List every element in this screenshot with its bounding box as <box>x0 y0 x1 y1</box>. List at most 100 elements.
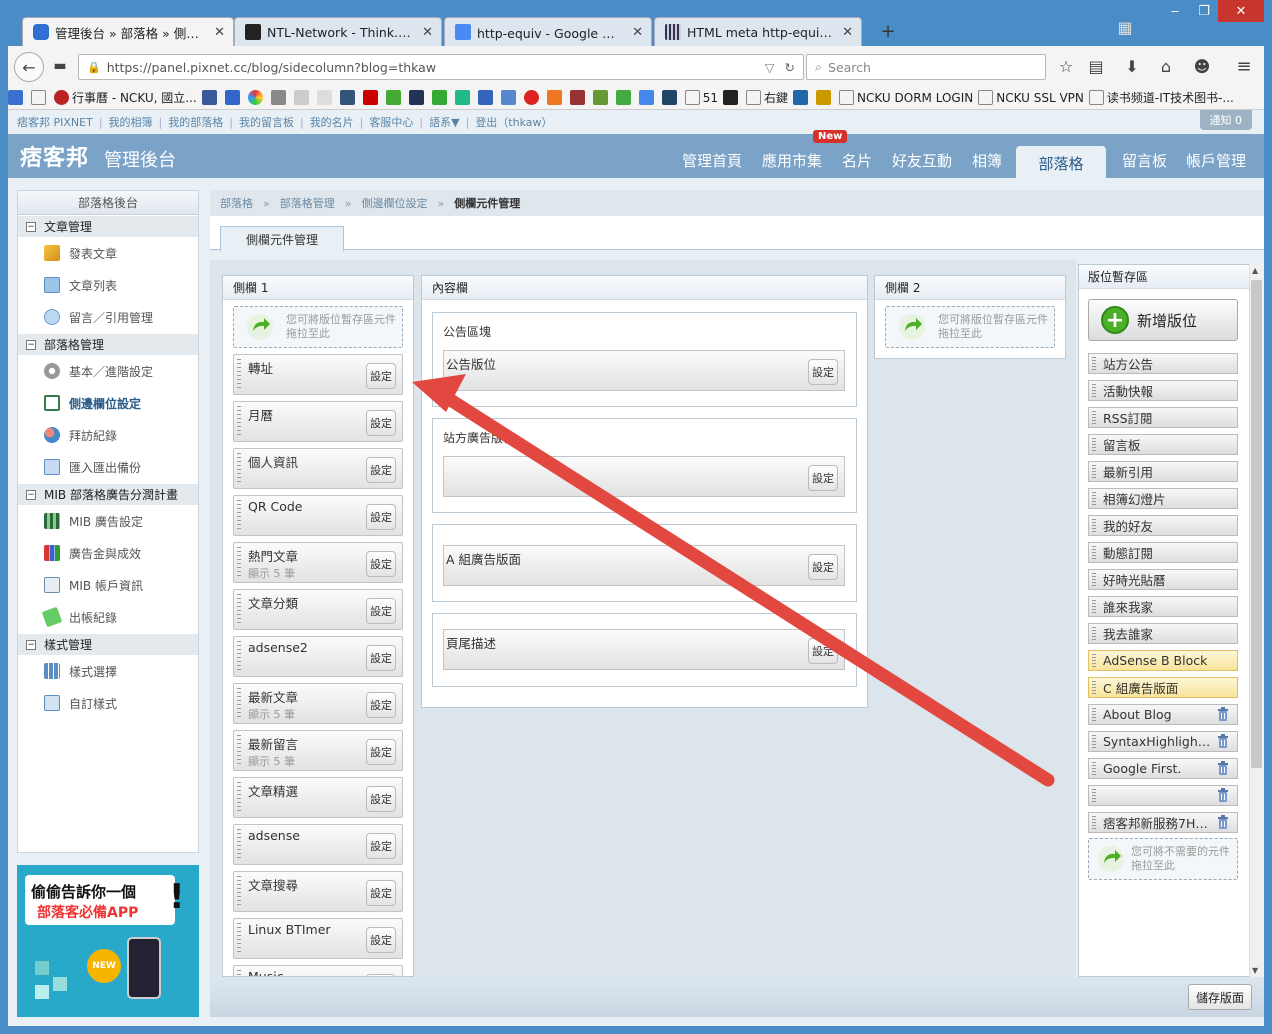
chat-icon[interactable]: ☻ <box>1188 52 1216 80</box>
browser-tab-4[interactable]: HTML meta http-equiv ... ✕ <box>654 17 862 46</box>
drag-handle-icon[interactable] <box>237 641 241 673</box>
bookmark-w-icon[interactable] <box>723 90 741 105</box>
browser-tab-2[interactable]: NTL-Network - Think. Ev... ✕ <box>234 17 442 46</box>
sidebar-widget[interactable]: 文章搜尋 設定 <box>233 871 403 912</box>
nav-album[interactable]: 相簿 <box>972 150 1002 171</box>
link-pixnet[interactable]: 痞客邦 PIXNET <box>17 114 93 130</box>
sidebar-item-comments[interactable]: 留言／引用管理 <box>18 301 198 333</box>
column-1-dropzone[interactable]: 您可將版位暫存區元件拖拉至此 <box>233 306 403 348</box>
staging-widget[interactable]: AdSense B Block <box>1088 650 1238 671</box>
drag-handle-icon[interactable] <box>1092 681 1096 695</box>
bookmark-cnn-icon[interactable] <box>362 90 381 105</box>
nav-card[interactable]: 名片 <box>842 150 872 171</box>
staging-widget[interactable]: 活動快報 <box>1088 380 1238 401</box>
tab-groups-icon[interactable]: ▦ <box>1112 14 1138 40</box>
staging-widget[interactable]: 痞客邦新服務7He... <box>1088 812 1238 833</box>
staging-widget[interactable]: 留言板 <box>1088 434 1238 455</box>
app-promo-banner[interactable]: 偷偷告訴你一個 部落客必備APP ! NEW <box>17 865 199 1017</box>
sidebar-item-mib-account[interactable]: MIB 帳戶資訊 <box>18 569 198 601</box>
bookmark-icon[interactable] <box>247 90 266 105</box>
drag-handle-icon[interactable] <box>1092 789 1096 803</box>
drag-handle-icon[interactable] <box>1092 438 1096 452</box>
drag-handle-icon[interactable] <box>1092 708 1096 722</box>
drag-handle-icon[interactable] <box>1092 384 1096 398</box>
trash-icon[interactable] <box>1217 761 1229 775</box>
widget-settings-button[interactable]: 設定 <box>366 551 396 577</box>
sidebar-widget[interactable]: 最新留言 顯示 5 筆 設定 <box>233 730 403 771</box>
bookmark-icon[interactable] <box>546 90 565 105</box>
drag-handle-icon[interactable] <box>1092 492 1096 506</box>
bookmark-star-icon[interactable]: ☆ <box>1052 52 1080 80</box>
tab-list-icon[interactable]: ▬ <box>46 52 74 80</box>
bookmark-it-books[interactable]: 读书频道-IT技术图书-... <box>1088 89 1234 106</box>
drag-handle-icon[interactable] <box>237 594 241 626</box>
link-logout[interactable]: 登出（thkaw） <box>475 114 552 130</box>
widget-settings-button[interactable]: 設定 <box>366 598 396 624</box>
reading-list-icon[interactable]: ▤ <box>1082 52 1110 80</box>
bookmark-blank-icon[interactable] <box>31 90 49 105</box>
widget-footer-description[interactable]: 頁尾描述 設定 <box>443 629 845 670</box>
bookmark-icon[interactable] <box>592 90 611 105</box>
close-tab-icon[interactable]: ✕ <box>214 25 225 40</box>
sidebar-widget[interactable]: 轉址 設定 <box>233 354 403 395</box>
sidebar-widget[interactable]: 文章精選 設定 <box>233 777 403 818</box>
close-tab-icon[interactable]: ✕ <box>632 25 643 40</box>
save-layout-button[interactable]: 儲存版面 <box>1188 984 1252 1010</box>
sidebar-widget[interactable]: adsense 設定 <box>233 824 403 865</box>
link-language[interactable]: 語系▼ <box>429 114 459 130</box>
drag-handle-icon[interactable] <box>1092 654 1096 668</box>
bookmark-s-icon[interactable] <box>8 90 26 105</box>
link-my-blog[interactable]: 我的部落格 <box>168 114 223 130</box>
drag-handle-icon[interactable] <box>237 547 241 579</box>
nav-app-market[interactable]: 應用市集 <box>762 150 822 171</box>
breadcrumb-sidebar-settings[interactable]: 側邊欄位設定 <box>361 195 427 211</box>
bookmark-ncku-vpn[interactable]: NCKU SSL VPN <box>978 90 1084 105</box>
staging-widget[interactable]: About Blog <box>1088 704 1238 725</box>
home-icon[interactable]: ⌂ <box>1152 52 1180 80</box>
sidebar-widget[interactable]: 熱門文章 顯示 5 筆 設定 <box>233 542 403 583</box>
widget-settings-button[interactable]: 設定 <box>366 410 396 436</box>
close-tab-icon[interactable]: ✕ <box>842 25 853 40</box>
close-tab-icon[interactable]: ✕ <box>422 25 433 40</box>
back-arrow-icon[interactable]: ← <box>14 52 44 82</box>
widget-settings-button[interactable]: 設定 <box>366 927 396 953</box>
bookmark-icon[interactable] <box>339 90 358 105</box>
download-icon[interactable]: ⬇ <box>1118 52 1146 80</box>
sidebar-item-new-post[interactable]: 發表文章 <box>18 237 198 269</box>
widget-settings-button[interactable]: 設定 <box>366 786 396 812</box>
bookmark-facebook-icon[interactable] <box>201 90 220 105</box>
nav-account[interactable]: 帳戶管理 <box>1186 150 1246 171</box>
widget-settings-button[interactable]: 設定 <box>808 554 838 580</box>
maximize-button[interactable]: ❐ <box>1190 0 1218 22</box>
sidebar-widget[interactable]: 月曆 設定 <box>233 401 403 442</box>
drag-handle-icon[interactable] <box>237 829 241 861</box>
drag-handle-icon[interactable] <box>1092 546 1096 560</box>
widget-settings-button[interactable]: 設定 <box>366 880 396 906</box>
sidebar-item-mib-settings[interactable]: MIB 廣告設定 <box>18 505 198 537</box>
nav-friends[interactable]: 好友互動 <box>892 150 952 171</box>
drag-handle-icon[interactable] <box>237 688 241 720</box>
drag-handle-icon[interactable] <box>237 406 241 438</box>
widget-settings-button[interactable]: 設定 <box>366 645 396 671</box>
drag-handle-icon[interactable] <box>1092 600 1096 614</box>
staging-widget[interactable]: RSS訂閱 <box>1088 407 1238 428</box>
sidebar-item-custom-style[interactable]: 自訂樣式 <box>18 687 198 719</box>
sidebar-group-posts[interactable]: − 文章管理 <box>18 215 198 237</box>
widget-settings-button[interactable]: 設定 <box>366 833 396 859</box>
bookmark-icon[interactable] <box>500 90 519 105</box>
staging-widget[interactable]: 動態訂閱 <box>1088 542 1238 563</box>
trash-icon[interactable] <box>1217 815 1229 829</box>
sidebar-item-post-list[interactable]: 文章列表 <box>18 269 198 301</box>
bookmark-icon[interactable] <box>270 90 289 105</box>
sidebar-widget[interactable]: QR Code 設定 <box>233 495 403 536</box>
search-input[interactable]: ⌕ Search <box>806 54 1046 80</box>
trash-icon[interactable] <box>1217 707 1229 721</box>
bookmark-ncku-calendar[interactable]: 行事曆 - NCKU, 國立... <box>54 89 197 106</box>
drag-handle-icon[interactable] <box>237 970 241 976</box>
breadcrumb-blog-manage[interactable]: 部落格管理 <box>280 195 335 211</box>
sidebar-item-ad-revenue[interactable]: 廣告金與成效 <box>18 537 198 569</box>
bookmark-icon[interactable] <box>431 90 450 105</box>
staging-widget[interactable]: C 組廣告版面 <box>1088 677 1238 698</box>
drag-handle-icon[interactable] <box>1092 465 1096 479</box>
widget-settings-button[interactable]: 設定 <box>366 739 396 765</box>
